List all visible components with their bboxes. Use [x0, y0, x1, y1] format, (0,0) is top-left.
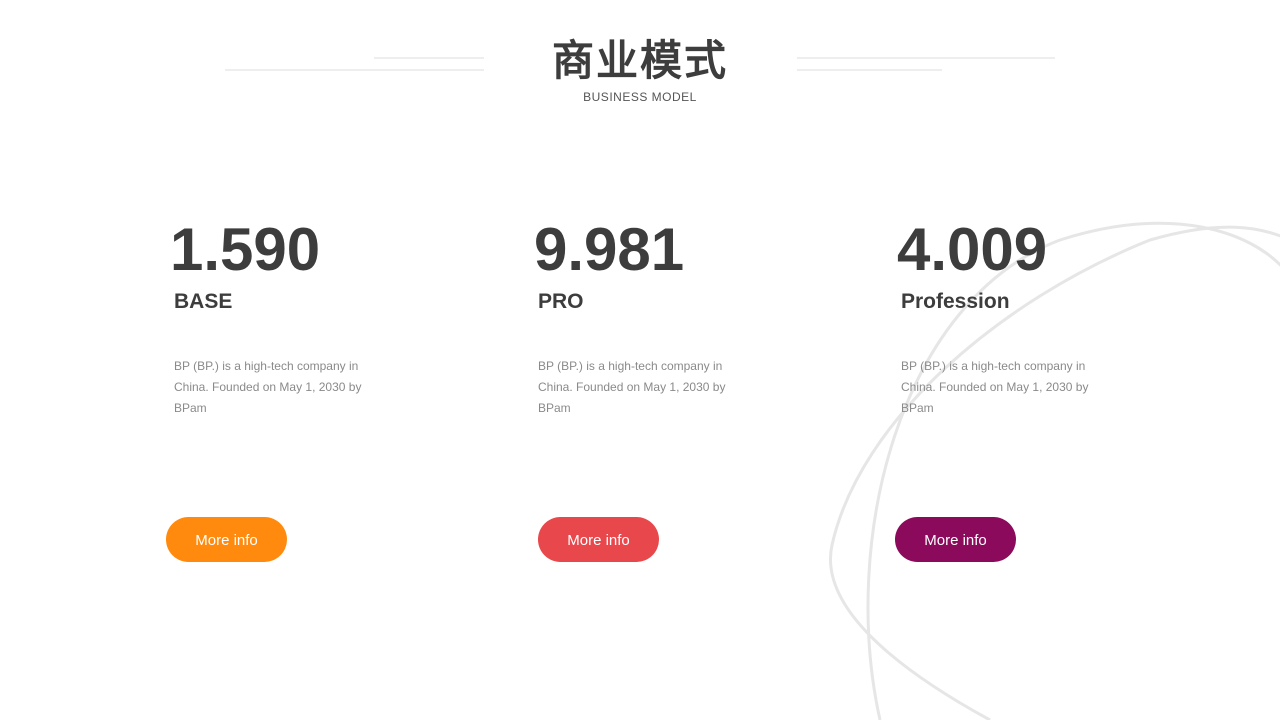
plan-description: BP (BP.) is a high-tech company in China…: [901, 359, 1089, 415]
more-info-button-profession[interactable]: More info: [895, 517, 1016, 562]
plan-name: PRO: [538, 290, 584, 313]
plan-value: 4.009: [897, 216, 1048, 283]
plan-name: BASE: [174, 290, 233, 313]
plan-card-pro: 9.981 PRO BP (BP.) is a high-tech compan…: [534, 216, 834, 416]
page-subtitle: BUSINESS MODEL: [583, 90, 697, 104]
more-info-button-base[interactable]: More info: [166, 517, 287, 562]
plan-card-base: 1.590 BASE BP (BP.) is a high-tech compa…: [170, 216, 470, 416]
plan-description: BP (BP.) is a high-tech company in China…: [174, 359, 362, 415]
plan-description: BP (BP.) is a high-tech company in China…: [538, 359, 726, 415]
plan-value: 9.981: [534, 216, 685, 283]
plan-value: 1.590: [170, 216, 321, 283]
plan-card-profession: 4.009 Profession BP (BP.) is a high-tech…: [897, 216, 1197, 416]
plan-name: Profession: [901, 290, 1010, 313]
more-info-button-pro[interactable]: More info: [538, 517, 659, 562]
page-title: 商业模式: [551, 36, 728, 85]
